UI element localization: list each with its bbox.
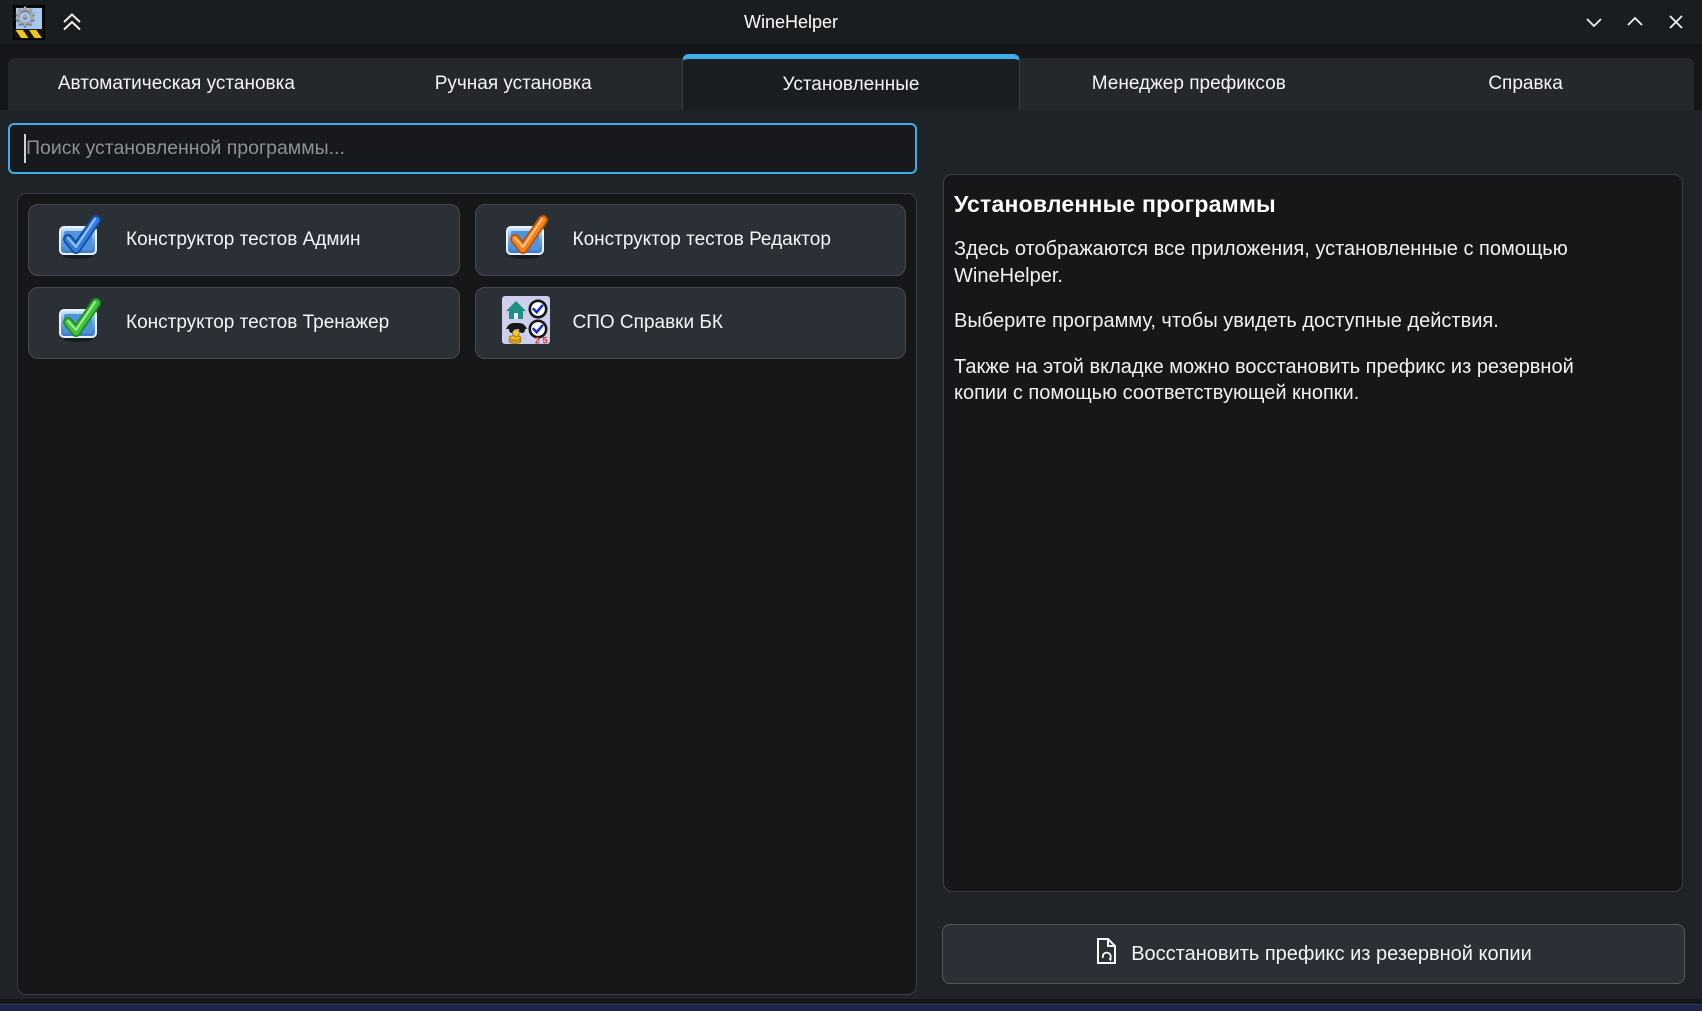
installed-programs-panel: Конструктор тестов Админ (17, 193, 917, 995)
search-container (8, 123, 917, 174)
program-grid: Конструктор тестов Админ (28, 204, 906, 359)
tab-manual-install[interactable]: Ручная установка (345, 58, 682, 110)
minimize-button[interactable] (1582, 10, 1606, 34)
info-panel: Установленные программы Здесь отображают… (943, 174, 1683, 892)
tab-prefix-manager[interactable]: Менеджер префиксов (1020, 58, 1357, 110)
titlebar: ⚙ WineHelper (0, 0, 1702, 44)
program-label: Конструктор тестов Редактор (573, 229, 831, 251)
close-button[interactable] (1664, 10, 1688, 34)
program-label: Конструктор тестов Тренажер (126, 312, 389, 334)
checkbox-green-icon (55, 296, 103, 350)
window-title: WineHelper (0, 0, 1582, 44)
restore-document-icon (1095, 937, 1118, 971)
program-card-trainer[interactable]: Конструктор тестов Тренажер (28, 287, 460, 359)
chevron-up-icon (1623, 10, 1647, 34)
tab-bar: Автоматическая установка Ручная установк… (8, 58, 1694, 110)
program-card-spo-spravki[interactable]: 2 5 СПО Справки БК (475, 287, 907, 359)
info-paragraph: Выберите программу, чтобы увидеть доступ… (954, 308, 1614, 335)
restore-button-label: Восстановить префикс из резервной копии (1131, 943, 1532, 966)
info-paragraph: Здесь отображаются все приложения, устан… (954, 236, 1614, 289)
checkbox-orange-icon (502, 213, 550, 267)
maximize-button[interactable] (1623, 10, 1647, 34)
text-caret (24, 134, 26, 163)
info-paragraph: Также на этой вкладке можно восстановить… (954, 354, 1614, 407)
program-card-admin[interactable]: Конструктор тестов Админ (28, 204, 460, 276)
winehelper-window: ⚙ WineHelper (0, 0, 1702, 1011)
program-label: СПО Справки БК (573, 312, 723, 334)
search-input[interactable] (8, 123, 917, 174)
svg-text:2 5: 2 5 (535, 336, 548, 345)
program-label: Конструктор тестов Админ (126, 229, 361, 251)
close-icon (1664, 10, 1688, 34)
taskbar-strip (0, 1004, 1702, 1011)
checkbox-blue-icon (55, 213, 103, 267)
tab-automatic-install[interactable]: Автоматическая установка (8, 58, 345, 110)
chevron-down-icon (1582, 10, 1606, 34)
restore-prefix-button[interactable]: Восстановить префикс из резервной копии (942, 924, 1685, 984)
tab-installed[interactable]: Установленные (682, 54, 1021, 110)
spo-spravki-icon: 2 5 (502, 296, 550, 350)
tab-help[interactable]: Справка (1357, 58, 1694, 110)
info-title: Установленные программы (954, 191, 1670, 218)
program-card-editor[interactable]: Конструктор тестов Редактор (475, 204, 907, 276)
